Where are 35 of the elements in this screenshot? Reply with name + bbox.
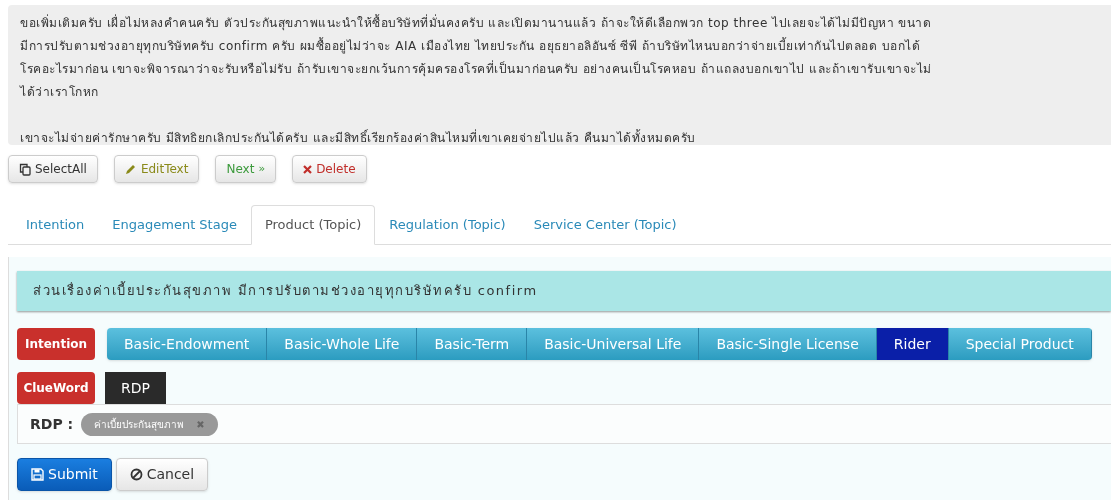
transcript-line: ได้ว่าเราโกหก (20, 84, 99, 101)
intention-option[interactable]: Basic-Universal Life (527, 328, 700, 360)
intention-option[interactable]: Basic-Whole Life (267, 328, 418, 360)
remove-icon[interactable]: ✖ (196, 416, 205, 432)
tab[interactable]: Engagement Stage (98, 205, 251, 245)
edit-button[interactable]: EditText (113, 155, 200, 183)
transcript-line: ขอเพิ่มเติมครับ เผื่อไม่หลงคำคนครับ ตัวประกันสุขภาพแนะนำให้ซื้อบริษัทที่มั่นคงครับ และเปิดมานานแล้ว ถ้าจะให้ดีเลือกพวก top three ไปเลยจะได้ไม่มีปัญหา ขนาด (20, 13, 932, 33)
close-icon (303, 164, 313, 174)
select-button[interactable]: SelectAll (8, 155, 98, 183)
tab[interactable]: Product (Topic) (250, 205, 376, 245)
tab[interactable]: Regulation (Topic) (375, 205, 520, 245)
intention-option[interactable]: Rider (876, 328, 949, 360)
intention-option[interactable]: Basic-Term (417, 328, 528, 360)
tab[interactable]: Intention (12, 205, 99, 245)
category-label: Intention (17, 328, 95, 360)
transcript-line: โรคอะไรมาก่อน เขาจะพิจารณาว่าจะรับหรือไม่รับ ถ้ารับเขาจะยกเว้นการคุ้มครองโรคที่เป็นมาก่อนครับ อย่างคนเป็นโรคหอบ ถ้าแถลงบอกเขาไป และถ้าเขารับเขาจะไม่ (20, 59, 932, 79)
next-button[interactable]: Next » (215, 155, 277, 183)
sentence-banner: ส่วนเรื่องค่าเบี้ยประกันสุขภาพ มีการปรับตามช่วงอายุทุกบริษัทครับ confirm (17, 271, 1111, 311)
field-label: RDP : (30, 414, 74, 434)
copy-icon (19, 162, 31, 176)
intention-option[interactable]: Basic-Endowment (107, 328, 268, 360)
delete-button[interactable]: Delete (292, 155, 367, 183)
tag-label: ค่าเบี้ยประกันสุขภาพ (94, 416, 185, 432)
tab[interactable]: Service Center (Topic) (519, 205, 691, 245)
save-icon (31, 468, 44, 481)
pencil-icon (124, 163, 137, 175)
cancel-button[interactable]: Cancel (115, 458, 209, 491)
ban-icon (129, 468, 143, 481)
transcript-line: เขาจะไม่จ่ายค่ารักษาครับ มีสิทธิยกเลิกประกันได้ครับ และมีสิทธิ์เรียกร้องค่าสินไหมที่เขาเคยจ่ายไปแล้ว คืนมาได้ทั้งหมดครับ (20, 128, 696, 145)
intention-option[interactable]: Basic-Single License (699, 328, 877, 360)
category-label: ClueWord (17, 372, 95, 404)
submit-button[interactable]: Submit (17, 458, 112, 491)
transcript-line: มีการปรับตามช่วงอายุทุกบริษัทครับ confirm ครับ ผมซื้ออยู่ไม่ว่าจะ AIA เมืองไทย ไทยประกัน อยุธยาอลิอันซ์ ซีพี ถ้าบริษัทไหนบอกว่าจ่ายเบี้ยเท่ากันไปตลอด บอกได้ (20, 36, 921, 56)
intention-option[interactable]: Special Product (948, 328, 1092, 360)
clue-word-tab[interactable]: RDP (105, 372, 166, 404)
